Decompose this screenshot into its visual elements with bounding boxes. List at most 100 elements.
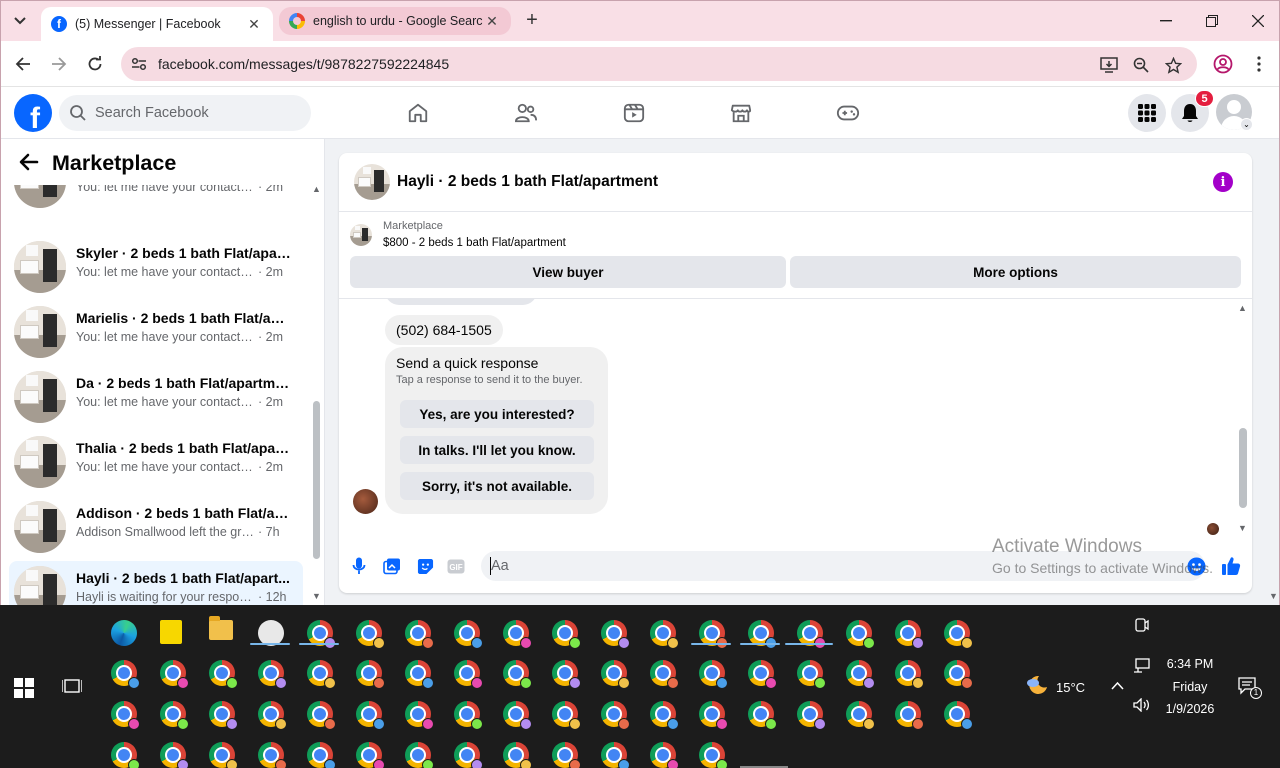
chrome-taskbar-icon[interactable] bbox=[601, 660, 630, 689]
chrome-taskbar-icon[interactable] bbox=[846, 701, 875, 730]
scroll-down-arrow-icon[interactable]: ▼ bbox=[1238, 523, 1247, 533]
sender-avatar[interactable] bbox=[353, 489, 378, 514]
conversation-item[interactable]: Da · 2 beds 1 bath Flat/apartment You: le… bbox=[9, 366, 303, 426]
restore-button[interactable] bbox=[1189, 9, 1235, 33]
conversation-item[interactable]: Skyler · 2 beds 1 bath Flat/apart... You:… bbox=[9, 236, 303, 296]
chrome-taskbar-icon[interactable] bbox=[405, 620, 434, 649]
clock-time[interactable]: 6:34 PM bbox=[1160, 657, 1220, 671]
nav-friends[interactable] bbox=[511, 99, 541, 127]
profile-button[interactable] bbox=[1212, 53, 1234, 75]
chrome-taskbar-icon[interactable] bbox=[111, 660, 140, 689]
chrome-taskbar-icon[interactable] bbox=[160, 660, 189, 689]
reload-button[interactable] bbox=[83, 52, 107, 76]
chat-scrollbar-thumb[interactable] bbox=[1239, 428, 1247, 508]
forward-button[interactable] bbox=[47, 52, 71, 76]
tab-google-search[interactable]: english to urdu - Google Search ✕ bbox=[279, 7, 511, 35]
close-tab-icon[interactable]: ✕ bbox=[483, 13, 501, 30]
chrome-taskbar-icon[interactable] bbox=[650, 701, 679, 730]
chrome-taskbar-icon[interactable] bbox=[797, 701, 826, 730]
chevron-down-icon[interactable]: ⌄ bbox=[1240, 118, 1253, 131]
volume-icon[interactable] bbox=[1133, 698, 1151, 712]
chrome-taskbar-icon[interactable] bbox=[699, 742, 728, 768]
chrome-taskbar-icon[interactable] bbox=[650, 742, 679, 768]
tab-search-button[interactable] bbox=[9, 10, 31, 32]
task-view-icon[interactable] bbox=[62, 678, 82, 696]
chrome-taskbar-icon[interactable] bbox=[601, 742, 630, 768]
chrome-taskbar-icon[interactable] bbox=[258, 660, 287, 689]
network-icon[interactable] bbox=[1133, 658, 1151, 674]
chrome-taskbar-icon[interactable] bbox=[552, 742, 581, 768]
minimize-button[interactable] bbox=[1143, 9, 1189, 33]
conversation-item[interactable]: Addison · 2 beds 1 bath Flat/apa... Addis… bbox=[9, 496, 303, 556]
meet-now-icon[interactable] bbox=[1134, 617, 1150, 633]
chrome-taskbar-icon[interactable] bbox=[503, 660, 532, 689]
sidebar-scrollbar-thumb[interactable] bbox=[313, 401, 320, 559]
message-input[interactable]: Aa bbox=[481, 551, 1205, 581]
chrome-taskbar-icon[interactable] bbox=[356, 660, 385, 689]
chrome-taskbar-icon[interactable] bbox=[160, 742, 189, 768]
conversation-item[interactable]: Thalia · 2 beds 1 bath Flat/apart... You:… bbox=[9, 431, 303, 491]
listing-thumbnail[interactable] bbox=[354, 164, 390, 200]
chrome-taskbar-icon[interactable] bbox=[111, 742, 140, 768]
scroll-down-arrow-icon[interactable]: ▼ bbox=[312, 591, 321, 601]
listing-price-title[interactable]: $800 - 2 beds 1 bath Flat/apartment bbox=[383, 237, 566, 249]
scroll-up-arrow-icon[interactable]: ▲ bbox=[312, 184, 321, 194]
chrome-taskbar-icon[interactable] bbox=[944, 620, 973, 649]
chrome-taskbar-icon[interactable] bbox=[895, 660, 924, 689]
zoom-button[interactable] bbox=[1131, 55, 1151, 75]
chrome-taskbar-icon[interactable] bbox=[209, 660, 238, 689]
chrome-taskbar-icon[interactable] bbox=[748, 660, 777, 689]
chrome-taskbar-icon[interactable] bbox=[601, 701, 630, 730]
facebook-search-input[interactable]: Search Facebook bbox=[59, 95, 311, 131]
chrome-taskbar-icon[interactable] bbox=[552, 701, 581, 730]
menu-button[interactable] bbox=[1128, 94, 1166, 132]
nav-marketplace[interactable] bbox=[726, 99, 756, 127]
more-options-button[interactable]: More options bbox=[790, 256, 1241, 288]
chrome-taskbar-icon[interactable] bbox=[748, 701, 777, 730]
chrome-taskbar-icon[interactable] bbox=[258, 701, 287, 730]
clock-day[interactable]: Friday bbox=[1160, 680, 1220, 694]
chrome-taskbar-icon[interactable] bbox=[356, 742, 385, 768]
quick-response-in-talks-button[interactable]: In talks. I'll let you know. bbox=[400, 436, 594, 464]
scroll-up-arrow-icon[interactable]: ▲ bbox=[1238, 303, 1247, 313]
chrome-taskbar-icon[interactable] bbox=[405, 660, 434, 689]
chrome-taskbar-icon[interactable] bbox=[846, 620, 875, 649]
close-tab-icon[interactable]: ✕ bbox=[245, 16, 263, 33]
chrome-taskbar-icon[interactable] bbox=[356, 701, 385, 730]
edge-icon[interactable] bbox=[111, 620, 137, 646]
page-scroll-down-icon[interactable]: ▼ bbox=[1269, 591, 1278, 601]
facebook-logo-icon[interactable]: f bbox=[14, 94, 52, 132]
chrome-taskbar-icon[interactable] bbox=[552, 620, 581, 649]
chrome-taskbar-icon[interactable] bbox=[454, 701, 483, 730]
chrome-taskbar-icon[interactable] bbox=[160, 701, 189, 730]
clock-date[interactable]: 1/9/2026 bbox=[1160, 702, 1220, 716]
nav-gaming[interactable] bbox=[833, 99, 863, 127]
tab-messenger[interactable]: f (5) Messenger | Facebook ✕ bbox=[41, 7, 273, 41]
chrome-taskbar-icon[interactable] bbox=[356, 620, 385, 649]
chrome-taskbar-icon[interactable] bbox=[601, 620, 630, 649]
chrome-taskbar-icon[interactable] bbox=[307, 701, 336, 730]
new-tab-button[interactable]: + bbox=[521, 10, 543, 32]
back-arrow-icon[interactable] bbox=[17, 150, 41, 174]
address-bar[interactable]: facebook.com/messages/t/9878227592224845 bbox=[121, 47, 1197, 81]
chrome-taskbar-icon[interactable] bbox=[405, 742, 434, 768]
chrome-taskbar-icon[interactable] bbox=[503, 620, 532, 649]
info-icon[interactable]: i bbox=[1213, 172, 1233, 192]
chat-title[interactable]: Hayli · 2 beds 1 bath Flat/apartment bbox=[397, 173, 658, 191]
chrome-taskbar-icon[interactable] bbox=[209, 701, 238, 730]
chrome-taskbar-icon[interactable] bbox=[944, 660, 973, 689]
chrome-taskbar-icon[interactable] bbox=[454, 742, 483, 768]
chrome-taskbar-icon[interactable] bbox=[307, 660, 336, 689]
close-window-button[interactable] bbox=[1235, 9, 1279, 33]
weather-moon-cloud-icon[interactable] bbox=[1025, 673, 1049, 697]
chrome-taskbar-icon[interactable] bbox=[552, 660, 581, 689]
bookmark-button[interactable] bbox=[1163, 55, 1183, 75]
chrome-taskbar-icon[interactable] bbox=[846, 660, 875, 689]
chrome-taskbar-icon[interactable] bbox=[307, 742, 336, 768]
chrome-taskbar-icon[interactable] bbox=[503, 742, 532, 768]
chrome-taskbar-icon[interactable] bbox=[454, 660, 483, 689]
sticker-button[interactable] bbox=[414, 555, 436, 577]
browser-menu-button[interactable] bbox=[1248, 53, 1270, 75]
conversation-item[interactable]: Hayli · 2 beds 1 bath Flat/apart... Hayli… bbox=[9, 561, 303, 605]
chrome-taskbar-icon[interactable] bbox=[699, 701, 728, 730]
